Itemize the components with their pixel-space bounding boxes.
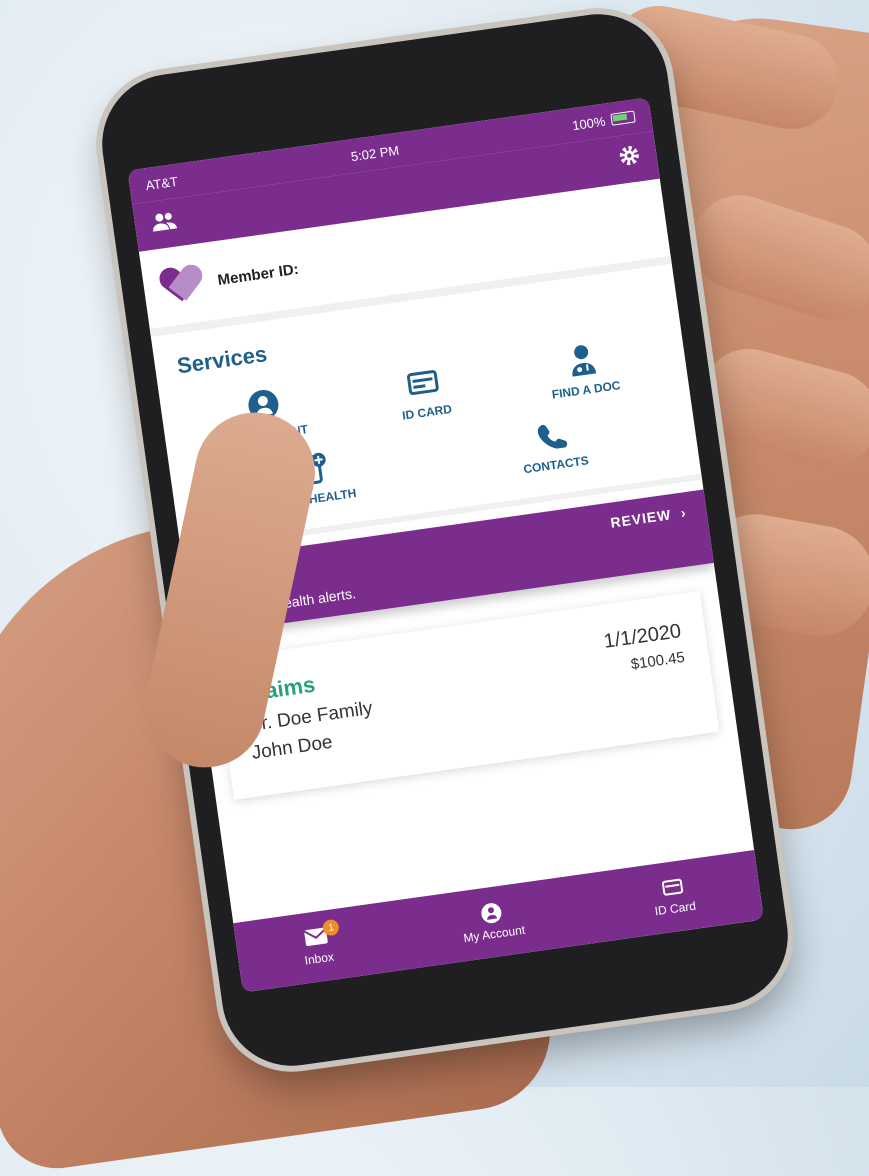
- heart-logo-icon: [160, 265, 205, 306]
- chevron-right-icon: ›: [674, 504, 688, 522]
- carrier-label: AT&T: [144, 173, 179, 193]
- service-contacts[interactable]: CONTACTS: [475, 408, 631, 482]
- id-card-icon: [404, 363, 442, 401]
- phone-icon: [533, 416, 571, 454]
- bottom-tab-bar: 1 Inbox My Account ID Card: [233, 849, 764, 993]
- claims-card[interactable]: Claims Dr. Doe Family John Doe 1/1/2020 …: [214, 591, 720, 800]
- review-button[interactable]: REVIEW ›: [609, 504, 687, 531]
- battery-percent: 100%: [571, 113, 607, 133]
- account-circle-icon: [480, 901, 503, 929]
- claims-date: 1/1/2020: [602, 620, 683, 653]
- service-label: FIND A DOC: [550, 378, 622, 402]
- service-label: ID CARD: [401, 401, 453, 423]
- battery-icon: [610, 110, 636, 126]
- service-label: CONTACTS: [522, 453, 590, 477]
- tab-label: ID Card: [653, 898, 697, 919]
- service-id-card[interactable]: ID CARD: [346, 355, 502, 429]
- photo-scene: AT&T 5:02 PM 100% Member ID: Services ID…: [0, 0, 869, 1176]
- review-label: REVIEW: [609, 506, 673, 531]
- doctor-icon: [563, 341, 601, 379]
- tab-inbox[interactable]: 1 Inbox: [300, 918, 341, 968]
- claims-right: 1/1/2020 $100.45: [602, 620, 692, 720]
- member-id-label: Member ID:: [216, 260, 300, 289]
- claims-amount: $100.45: [629, 648, 686, 674]
- service-find-a-doc[interactable]: FIND A DOC: [505, 333, 661, 407]
- id-card-icon: [661, 876, 684, 903]
- status-right: 100%: [571, 109, 636, 133]
- people-icon[interactable]: [150, 209, 179, 238]
- tab-my-account[interactable]: My Account: [459, 899, 526, 945]
- gear-icon[interactable]: [617, 143, 643, 174]
- status-time: 5:02 PM: [349, 142, 400, 164]
- tab-id-card[interactable]: ID Card: [650, 875, 697, 919]
- mail-icon: 1: [303, 918, 341, 953]
